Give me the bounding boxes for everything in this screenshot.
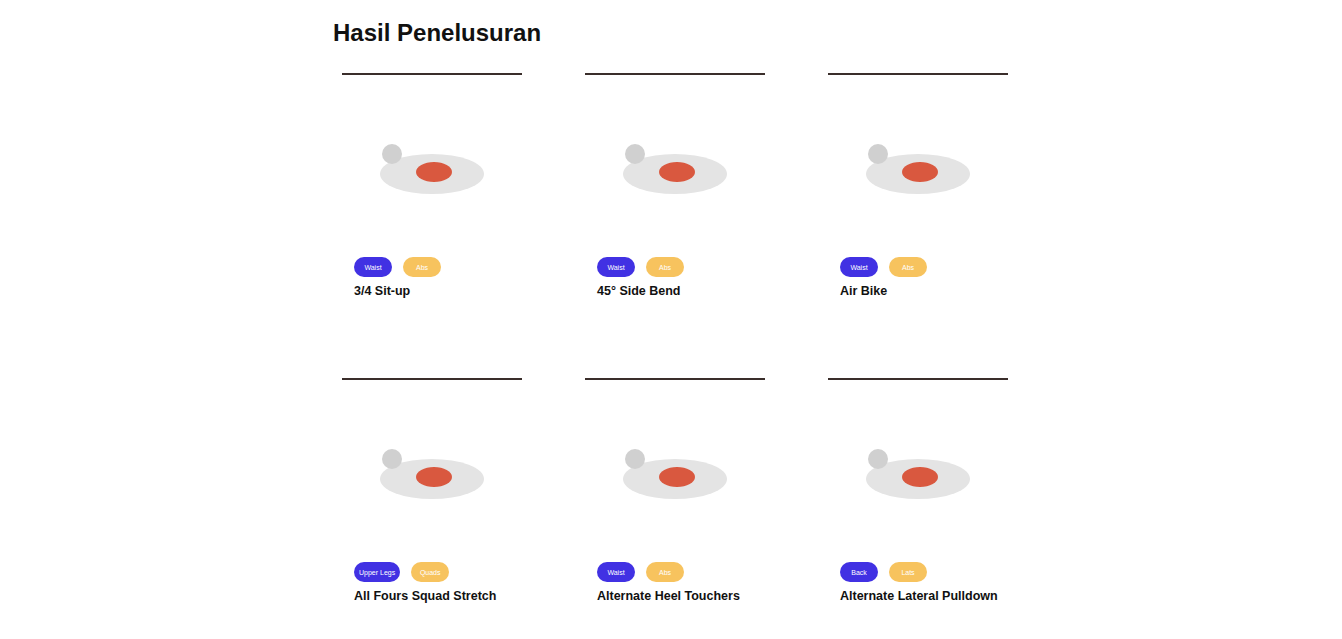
tag[interactable]: Abs	[403, 257, 441, 277]
tag-list: Waist Abs	[585, 257, 765, 277]
exercise-name[interactable]: Air Bike	[828, 284, 1008, 299]
exercise-card[interactable]: Upper Legs Quads All Fours Squad Stretch	[342, 378, 522, 604]
tag[interactable]: Abs	[889, 257, 927, 277]
exercise-card[interactable]: Waist Abs Air Bike	[828, 73, 1008, 299]
exercise-image[interactable]	[585, 386, 765, 556]
card-divider	[828, 378, 1008, 380]
exercise-figure-icon	[838, 401, 998, 541]
results-page: Hasil Penelusuran WaistAbs3/4 Sit-upWais…	[333, 0, 1009, 604]
exercise-figure-icon	[595, 96, 755, 236]
card-divider	[828, 73, 1008, 75]
tag[interactable]: Waist	[597, 257, 635, 277]
tag[interactable]: Abs	[646, 562, 684, 582]
exercise-card[interactable]: Waist Abs 3/4 Sit-up	[342, 73, 522, 299]
exercise-name[interactable]: Alternate Heel Touchers	[585, 589, 765, 604]
exercise-image[interactable]	[342, 81, 522, 251]
exercise-figure-icon	[352, 96, 512, 236]
card-divider	[585, 73, 765, 75]
tag[interactable]: Abs	[646, 257, 684, 277]
exercise-name[interactable]: All Fours Squad Stretch	[342, 589, 522, 604]
exercise-card[interactable]: Back Lats Alternate Lateral Pulldown	[828, 378, 1008, 604]
exercise-name[interactable]: Alternate Lateral Pulldown	[828, 589, 1008, 604]
tag-list: Back Lats	[828, 562, 1008, 582]
card-divider	[342, 378, 522, 380]
tag[interactable]: Lats	[889, 562, 927, 582]
tag[interactable]: Waist	[597, 562, 635, 582]
exercise-figure-icon	[595, 401, 755, 541]
card-divider	[342, 73, 522, 75]
tag[interactable]: Back	[840, 562, 878, 582]
exercise-image[interactable]	[828, 386, 1008, 556]
exercise-figure-icon	[838, 96, 998, 236]
exercise-card[interactable]: Waist Abs 45° Side Bend	[585, 73, 765, 299]
tag[interactable]: Upper Legs	[354, 562, 400, 582]
card-divider	[585, 378, 765, 380]
exercise-name[interactable]: 45° Side Bend	[585, 284, 765, 299]
page-title: Hasil Penelusuran	[333, 19, 1009, 47]
tag-list: Waist Abs	[585, 562, 765, 582]
exercise-card[interactable]: Waist Abs Alternate Heel Touchers	[585, 378, 765, 604]
exercise-figure-icon	[352, 401, 512, 541]
tag[interactable]: Quads	[411, 562, 449, 582]
exercise-image[interactable]	[342, 386, 522, 556]
exercise-image[interactable]	[585, 81, 765, 251]
tag-list: Waist Abs	[828, 257, 1008, 277]
results-grid: WaistAbs3/4 Sit-upWaistAbs45° Side BendW…	[333, 73, 1009, 604]
exercise-name[interactable]: 3/4 Sit-up	[342, 284, 522, 299]
tag[interactable]: Waist	[840, 257, 878, 277]
tag-list: Upper Legs Quads	[342, 562, 522, 582]
exercise-image[interactable]	[828, 81, 1008, 251]
tag[interactable]: Waist	[354, 257, 392, 277]
tag-list: Waist Abs	[342, 257, 522, 277]
